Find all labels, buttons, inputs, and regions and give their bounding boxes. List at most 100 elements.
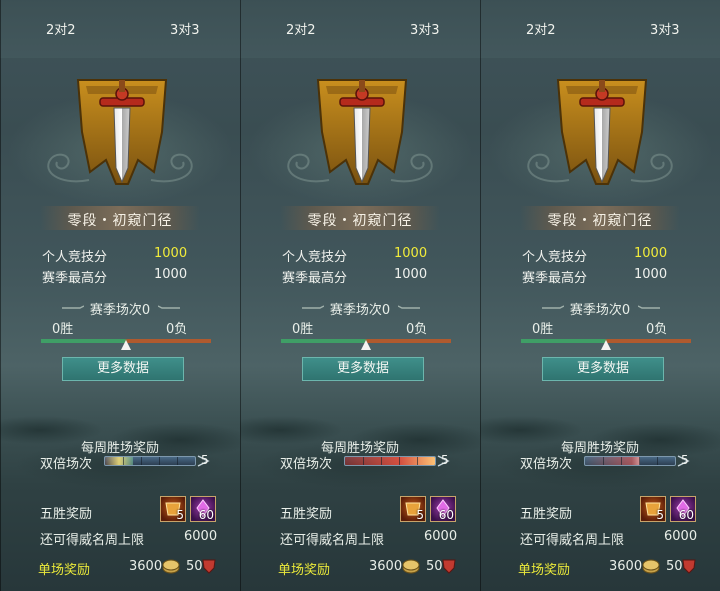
season-high-value: 1000	[634, 267, 668, 282]
tab-2v2[interactable]: 2对2	[286, 20, 316, 42]
single-reward-coins: 3600	[609, 559, 643, 574]
win-loss-marker-icon	[121, 340, 131, 350]
gold-rune-item-icon[interactable]: 5	[160, 496, 186, 522]
item-count: 60	[678, 508, 694, 522]
gold-rune-item-icon[interactable]: 5	[400, 496, 426, 522]
fame-cap-label: 还可得威名周上限	[520, 533, 625, 548]
single-reward-coins: 3600	[129, 559, 163, 574]
double-matches-fill	[105, 457, 133, 465]
mode-tab-bar: 2对2 3对3	[0, 0, 240, 58]
wins-count: 0胜	[52, 322, 74, 337]
season-matches-label: 赛季场次0	[329, 303, 391, 318]
single-reward-label: 单场奖励	[38, 563, 91, 578]
rank-name: 零段・初窥门径	[307, 213, 413, 229]
honor-shield-icon	[442, 559, 456, 574]
season-high-value: 1000	[154, 267, 188, 282]
double-matches-progress	[584, 456, 676, 466]
arena-panels: 2对2 3对3 零段・初窥门径 个人竞技分 1000 赛季最高分 1000 赛季…	[0, 0, 720, 591]
mode-tab-bar: 2对2 3对3	[240, 0, 480, 58]
coin-icon	[162, 559, 180, 574]
fame-cap-label: 还可得威名周上限	[280, 533, 385, 548]
item-count: 5	[656, 508, 664, 522]
personal-score-value: 1000	[394, 246, 428, 261]
progress-divider	[159, 457, 160, 465]
double-matches-progress	[104, 456, 196, 466]
rank-sword-banner-icon	[76, 79, 168, 185]
ornament-icon	[398, 305, 420, 309]
arena-panel-3: 2对2 3对3 零段・初窥门径 个人竞技分 1000 赛季最高分 1000 赛季…	[480, 0, 720, 591]
season-high-value: 1000	[394, 267, 428, 282]
purple-crystal-item-icon[interactable]: 60	[190, 496, 216, 522]
double-matches-total: 5	[201, 453, 209, 467]
ornament-icon	[158, 305, 180, 309]
personal-score-label: 个人竞技分	[282, 250, 348, 265]
purple-crystal-item-icon[interactable]: 60	[430, 496, 456, 522]
season-matches-label: 赛季场次0	[89, 303, 151, 318]
double-matches-label: 双倍场次	[520, 457, 573, 472]
rank-sword-banner-icon	[316, 79, 408, 185]
wins-count: 0胜	[292, 322, 314, 337]
tab-3v3[interactable]: 3对3	[382, 12, 462, 50]
personal-score-value: 1000	[634, 246, 668, 261]
item-count: 5	[416, 508, 424, 522]
background-mist	[480, 380, 720, 490]
losses-count: 0负	[406, 322, 428, 337]
tab-2v2[interactable]: 2对2	[46, 20, 76, 42]
progress-divider	[363, 457, 364, 465]
progress-divider	[123, 457, 124, 465]
tab-3v3[interactable]: 3对3	[650, 20, 680, 42]
more-data-button[interactable]: 更多数据	[542, 357, 664, 381]
fame-cap-value: 6000	[424, 529, 458, 544]
tab-2v2[interactable]: 2对2	[526, 20, 556, 42]
season-high-label: 赛季最高分	[42, 271, 108, 286]
arena-panel-2: 2对2 3对3 零段・初窥门径 个人竞技分 1000 赛季最高分 1000 赛季…	[240, 0, 480, 591]
losses-count: 0负	[646, 322, 668, 337]
five-win-reward-label: 五胜奖励	[280, 507, 333, 522]
fame-cap-value: 6000	[664, 529, 698, 544]
double-matches-label: 双倍场次	[280, 457, 333, 472]
item-count: 60	[438, 508, 454, 522]
coin-icon	[642, 559, 660, 574]
progress-divider	[603, 457, 604, 465]
wins-count: 0胜	[532, 322, 554, 337]
progress-divider	[417, 457, 418, 465]
single-reward-honor: 50	[426, 559, 443, 574]
double-matches-total: 5	[681, 453, 689, 467]
progress-divider	[381, 457, 382, 465]
double-matches-label: 双倍场次	[40, 457, 93, 472]
season-high-label: 赛季最高分	[522, 271, 588, 286]
background-mist	[0, 380, 240, 490]
personal-score-value: 1000	[154, 246, 188, 261]
progress-divider	[399, 457, 400, 465]
item-count: 5	[176, 508, 184, 522]
honor-shield-icon	[682, 559, 696, 574]
double-matches-total: 5	[441, 453, 449, 467]
progress-divider	[621, 457, 622, 465]
personal-score-label: 个人竞技分	[42, 250, 108, 265]
rank-sword-banner-icon	[556, 79, 648, 185]
single-reward-honor: 50	[186, 559, 203, 574]
more-data-button[interactable]: 更多数据	[62, 357, 184, 381]
win-loss-marker-icon	[601, 340, 611, 350]
background-mist	[240, 380, 480, 490]
single-reward-label: 单场奖励	[518, 563, 571, 578]
gold-rune-item-icon[interactable]: 5	[640, 496, 666, 522]
mode-tab-bar: 2对2 3对3	[480, 0, 720, 58]
double-matches-progress	[344, 456, 436, 466]
five-win-reward-label: 五胜奖励	[40, 507, 93, 522]
five-win-reward-label: 五胜奖励	[520, 507, 573, 522]
progress-divider	[657, 457, 658, 465]
item-count: 60	[198, 508, 214, 522]
double-matches-fill	[585, 457, 641, 465]
fame-cap-label: 还可得威名周上限	[40, 533, 145, 548]
win-loss-marker-icon	[361, 340, 371, 350]
season-high-label: 赛季最高分	[282, 271, 348, 286]
tab-3v3[interactable]: 3对3	[170, 20, 200, 42]
ornament-icon	[638, 305, 660, 309]
more-data-button[interactable]: 更多数据	[302, 357, 424, 381]
progress-divider	[639, 457, 640, 465]
rank-name: 零段・初窥门径	[547, 213, 653, 229]
progress-divider	[141, 457, 142, 465]
double-matches-fill	[345, 457, 435, 465]
purple-crystal-item-icon[interactable]: 60	[670, 496, 696, 522]
